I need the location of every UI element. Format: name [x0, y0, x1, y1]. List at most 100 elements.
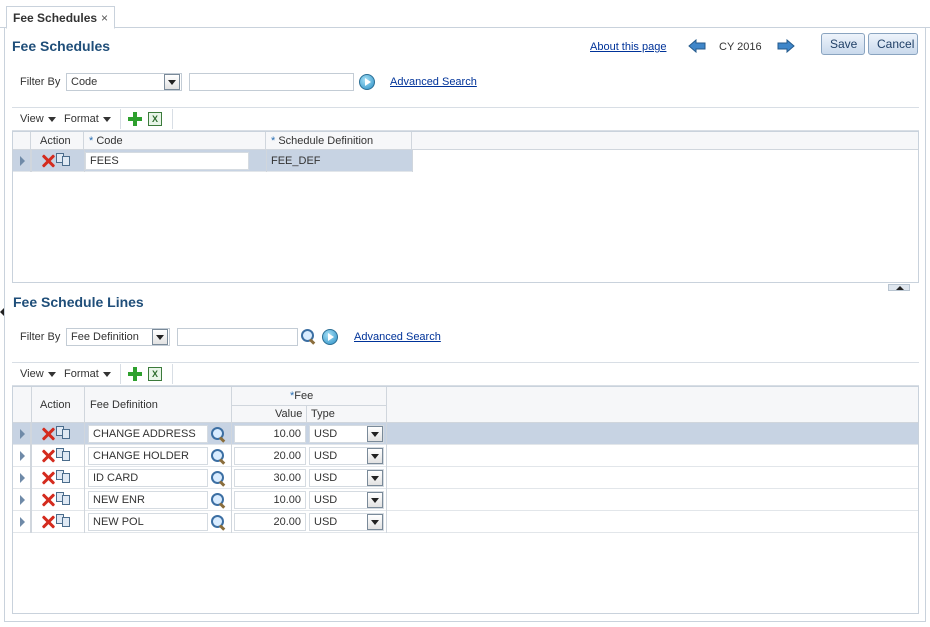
search-icon[interactable] [300, 328, 316, 344]
duplicate-icon[interactable] [56, 448, 72, 464]
table-header: Action Fee Definition *Fee Value Type [13, 387, 918, 423]
search-icon[interactable] [210, 448, 226, 464]
fee-definition-input[interactable]: ID CARD [88, 469, 208, 487]
next-arrow-icon[interactable] [777, 39, 795, 53]
advanced-search-link[interactable]: Advanced Search [390, 76, 477, 88]
filter-label: Filter By [20, 331, 61, 343]
view-menu[interactable]: View [20, 364, 56, 384]
search-icon[interactable] [210, 514, 226, 530]
save-button[interactable]: Save [821, 33, 865, 55]
table-row[interactable]: NEW POL 20.00 USD [13, 511, 918, 533]
fee-definition-input[interactable]: NEW ENR [88, 491, 208, 509]
view-menu[interactable]: View [20, 109, 56, 129]
filter-select[interactable]: Code [66, 73, 182, 91]
toolbar-divider [120, 109, 121, 129]
col-value: Value [275, 408, 303, 420]
cancel-button[interactable]: Cancel [868, 33, 918, 55]
year-label: CY 2016 [719, 41, 762, 53]
schedule-definition-value: FEE_DEF [271, 155, 321, 167]
row-selector-icon[interactable] [13, 511, 31, 533]
dropdown-icon[interactable] [367, 448, 383, 464]
row-selector-icon[interactable] [13, 489, 31, 511]
search-icon[interactable] [210, 492, 226, 508]
schedules-table: Action * Code * Schedule Definition FEES… [12, 131, 919, 283]
dropdown-icon[interactable] [367, 514, 383, 530]
table-row[interactable]: CHANGE HOLDER 20.00 USD [13, 445, 918, 467]
value-input[interactable]: 20.00 [234, 447, 306, 465]
go-icon[interactable] [359, 74, 375, 90]
dropdown-icon[interactable] [164, 74, 180, 90]
search-icon[interactable] [210, 426, 226, 442]
value-input[interactable]: 10.00 [234, 425, 306, 443]
col-code: * Code [84, 132, 266, 149]
export-excel-icon[interactable]: X [148, 112, 162, 126]
delete-icon[interactable] [41, 493, 55, 507]
search-icon[interactable] [210, 470, 226, 486]
fee-definition-input[interactable]: CHANGE HOLDER [88, 447, 208, 465]
delete-icon[interactable] [41, 154, 55, 168]
duplicate-icon[interactable] [56, 470, 72, 486]
advanced-search-link[interactable]: Advanced Search [354, 331, 441, 343]
toolbar-divider [120, 364, 121, 384]
dropdown-icon[interactable] [152, 329, 168, 345]
collapse-handle[interactable] [888, 284, 910, 291]
type-select[interactable]: USD [309, 491, 384, 509]
table-row[interactable]: FEES FEE_DEF [13, 150, 412, 172]
delete-icon[interactable] [41, 515, 55, 529]
value-input[interactable]: 30.00 [234, 469, 306, 487]
export-excel-icon[interactable]: X [148, 367, 162, 381]
delete-icon[interactable] [41, 449, 55, 463]
duplicate-icon[interactable] [56, 426, 72, 442]
filter-input[interactable] [177, 328, 298, 346]
filter-select-value: Fee Definition [71, 331, 139, 343]
go-icon[interactable] [322, 329, 338, 345]
row-selector-icon[interactable] [13, 467, 31, 489]
add-icon[interactable] [128, 112, 142, 126]
tab-fee-schedules[interactable]: Fee Schedules × [6, 6, 116, 29]
type-select[interactable]: USD [309, 469, 384, 487]
table-row[interactable]: ID CARD 30.00 USD [13, 467, 918, 489]
dropdown-icon[interactable] [367, 492, 383, 508]
table-header: Action * Code * Schedule Definition [13, 132, 918, 150]
value-input[interactable]: 20.00 [234, 513, 306, 531]
fee-definition-input[interactable]: CHANGE ADDRESS [88, 425, 208, 443]
fee-definition-input[interactable]: NEW POL [88, 513, 208, 531]
col-fee-definition: Fee Definition [90, 399, 158, 411]
col-action: Action [40, 399, 71, 411]
filter-select[interactable]: Fee Definition [66, 328, 170, 346]
table-row[interactable]: NEW ENR 10.00 USD [13, 489, 918, 511]
side-collapse-handle[interactable] [0, 303, 5, 321]
delete-icon[interactable] [41, 471, 55, 485]
filter-select-value: Code [71, 76, 98, 88]
col-fee: *Fee [290, 390, 314, 402]
prev-arrow-icon[interactable] [688, 39, 706, 53]
col-type: Type [311, 408, 335, 420]
row-selector-icon[interactable] [13, 150, 31, 172]
row-selector-icon[interactable] [13, 423, 31, 445]
fee-lines-table: Action Fee Definition *Fee Value Type CH… [12, 386, 919, 614]
toolbar-divider [172, 109, 173, 129]
duplicate-icon[interactable] [56, 514, 72, 530]
duplicate-icon[interactable] [56, 492, 72, 508]
code-input[interactable]: FEES [85, 152, 249, 170]
add-icon[interactable] [128, 367, 142, 381]
value-input[interactable]: 10.00 [234, 491, 306, 509]
row-selector-icon[interactable] [13, 445, 31, 467]
type-select[interactable]: USD [309, 425, 384, 443]
format-menu[interactable]: Format [64, 364, 111, 384]
about-link[interactable]: About this page [590, 41, 666, 53]
table-row[interactable]: CHANGE ADDRESS 10.00 USD [13, 423, 918, 445]
filter-input[interactable] [189, 73, 354, 91]
col-schedule-definition: * Schedule Definition [266, 132, 412, 149]
dropdown-icon[interactable] [367, 426, 383, 442]
section-title: Fee Schedule Lines [13, 294, 144, 310]
page-title: Fee Schedules [12, 38, 111, 54]
delete-icon[interactable] [41, 427, 55, 441]
type-select[interactable]: USD [309, 447, 384, 465]
tab-label: Fee Schedules [13, 11, 98, 25]
format-menu[interactable]: Format [64, 109, 111, 129]
type-select[interactable]: USD [309, 513, 384, 531]
close-icon[interactable]: × [101, 11, 108, 25]
dropdown-icon[interactable] [367, 470, 383, 486]
duplicate-icon[interactable] [56, 153, 72, 169]
